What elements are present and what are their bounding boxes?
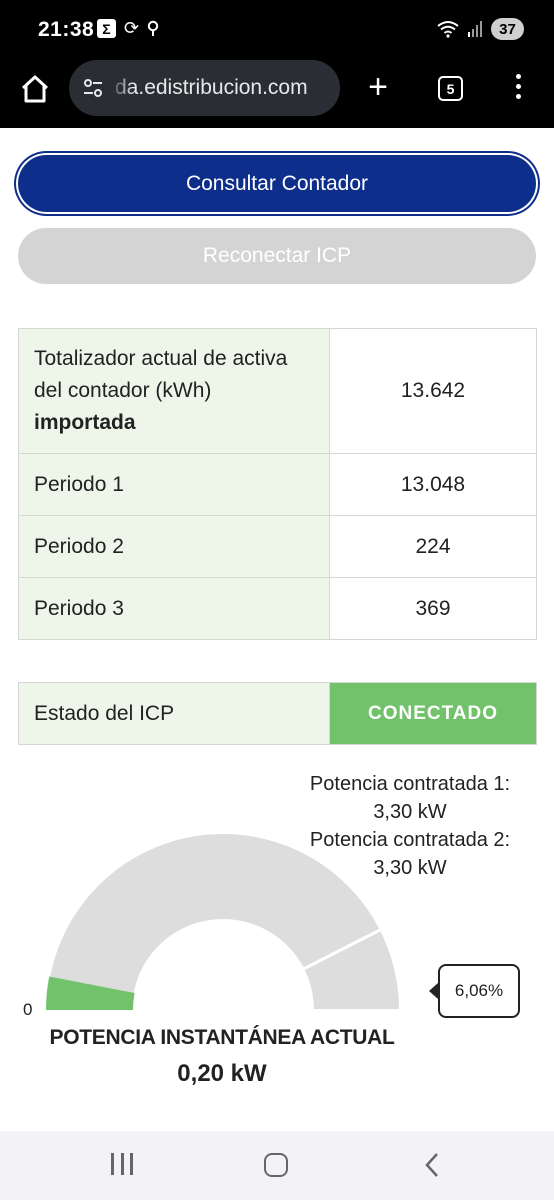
home-nav-icon[interactable] [264, 1153, 288, 1177]
period-label: Periodo 1 [18, 453, 330, 516]
wifi-icon [437, 21, 459, 38]
total-value: 13.642 [329, 328, 537, 454]
status-time: 21:38 [38, 18, 95, 41]
gauge-tooltip: 6,06% [438, 964, 520, 1018]
recent-apps-icon[interactable] [111, 1153, 133, 1177]
icp-status-badge: CONECTADO [329, 682, 537, 745]
new-tab-button[interactable]: + [364, 70, 392, 104]
period-label: Periodo 3 [18, 577, 330, 640]
location-icon [147, 20, 159, 36]
sigma-icon: Σ [97, 19, 116, 38]
table-row: Totalizador actual de activa del contado… [18, 328, 537, 454]
status-bar: 21:38 Σ ⟳ 37 [0, 0, 554, 60]
system-nav-bar [0, 1131, 554, 1200]
period-value: 224 [329, 515, 537, 578]
signal-icon [468, 21, 482, 37]
status-system-icons: 37 [437, 18, 524, 40]
url-text[interactable]: da.edistribucion.com [115, 76, 308, 100]
home-icon[interactable] [19, 73, 51, 105]
sync-icon: ⟳ [124, 18, 140, 38]
consult-meter-button[interactable]: Consultar Contador [18, 155, 536, 212]
status-notification-icons: Σ ⟳ [97, 19, 159, 38]
icp-label: Estado del ICP [18, 682, 330, 745]
table-row: Periodo 2 224 [18, 515, 537, 578]
contracted-power-1-label: Potencia contratada 1: [309, 773, 511, 795]
url-fade [109, 60, 133, 116]
gauge-min-label: 0 [23, 1000, 33, 1019]
site-settings-icon[interactable] [81, 76, 105, 100]
reconnect-icp-button[interactable]: Reconectar ICP [18, 228, 536, 284]
table-row: Periodo 3 369 [18, 577, 537, 640]
period-value: 13.048 [329, 453, 537, 516]
back-icon[interactable] [424, 1151, 440, 1179]
icp-status-table: Estado del ICP CONECTADO [18, 682, 537, 745]
total-label-emphasis: importada [34, 411, 136, 434]
meter-readings-table: Totalizador actual de activa del contado… [18, 328, 537, 640]
table-row: Estado del ICP CONECTADO [18, 682, 537, 745]
address-bar[interactable]: da.edistribucion.com [69, 60, 340, 116]
table-row: Periodo 1 13.048 [18, 453, 537, 516]
browser-toolbar: da.edistribucion.com + 5 [0, 60, 554, 128]
tab-switcher-button[interactable]: 5 [438, 76, 463, 101]
instant-power-title: POTENCIA INSTANTÁNEA ACTUAL [49, 1026, 395, 1049]
more-menu-icon[interactable] [514, 74, 522, 104]
tooltip-arrow [429, 983, 438, 999]
gauge-track [44, 832, 402, 1011]
period-value: 369 [329, 577, 537, 640]
total-label: Totalizador actual de activa del contado… [34, 347, 288, 402]
instant-power-value: 0,20 kW [177, 1060, 267, 1087]
battery-indicator: 37 [491, 18, 524, 40]
total-label-cell: Totalizador actual de activa del contado… [18, 328, 330, 454]
period-label: Periodo 2 [18, 515, 330, 578]
